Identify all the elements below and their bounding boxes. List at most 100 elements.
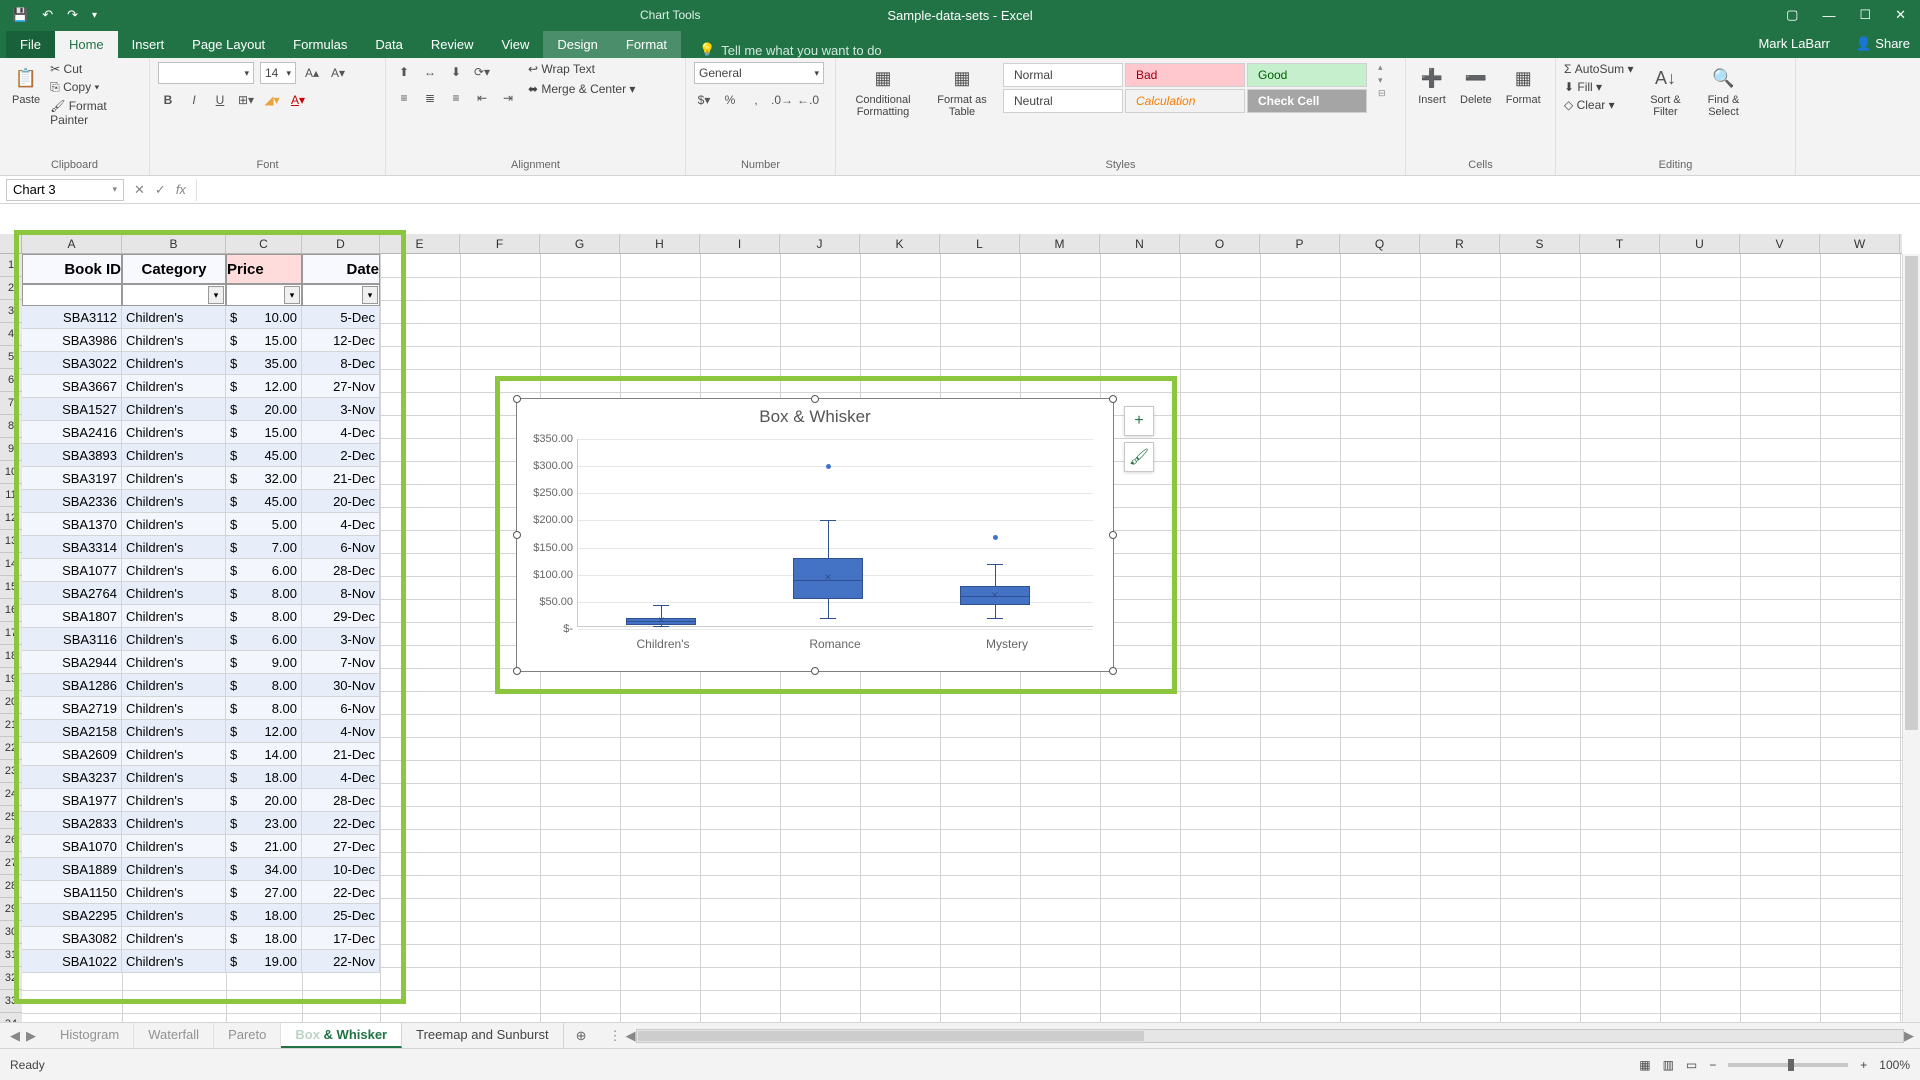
user-name[interactable]: Mark LaBarr — [1758, 36, 1830, 51]
cell-category[interactable]: Children's — [122, 513, 226, 536]
sheet-tab-box-whisker[interactable]: Box & Whisker — [281, 1023, 402, 1048]
styles-more-icon[interactable]: ⊟ — [1378, 88, 1386, 99]
styles-up-icon[interactable]: ▴ — [1378, 62, 1386, 73]
font-name-combo[interactable]: ▾ — [158, 62, 254, 84]
cell-category[interactable]: Children's — [122, 375, 226, 398]
cell-price[interactable]: $20.00 — [226, 398, 302, 421]
style-good[interactable]: Good — [1247, 63, 1367, 87]
borders-button[interactable]: ⊞▾ — [236, 90, 256, 110]
format-as-table-button[interactable]: ▦Format as Table — [928, 62, 996, 120]
cell-date[interactable]: 10-Dec — [302, 858, 380, 881]
cell-category[interactable]: Children's — [122, 605, 226, 628]
col-header-D[interactable]: D — [302, 234, 380, 253]
filter-category[interactable]: ▾ — [122, 284, 226, 306]
row-header-33[interactable]: 33 — [0, 990, 22, 1013]
cell-price[interactable]: $9.00 — [226, 651, 302, 674]
row-header-10[interactable]: 10 — [0, 461, 22, 484]
align-center-icon[interactable]: ≣ — [420, 88, 440, 108]
formula-input[interactable] — [196, 179, 1920, 201]
cell-category[interactable]: Children's — [122, 628, 226, 651]
font-size-combo[interactable]: 14▾ — [260, 62, 296, 84]
zoom-out-icon[interactable]: − — [1709, 1058, 1716, 1072]
table-row[interactable]: SBA2764Children's$8.008-Nov — [22, 582, 380, 605]
cell-price[interactable]: $12.00 — [226, 375, 302, 398]
cell-date[interactable]: 28-Dec — [302, 559, 380, 582]
cell-date[interactable]: 4-Dec — [302, 513, 380, 536]
ribbon-display-icon[interactable]: ▢ — [1786, 7, 1798, 23]
header-price[interactable]: Price — [226, 254, 302, 284]
row-header-29[interactable]: 29 — [0, 898, 22, 921]
cell-price[interactable]: $34.00 — [226, 858, 302, 881]
cell-book-id[interactable]: SBA1527 — [22, 398, 122, 421]
cell-price[interactable]: $5.00 — [226, 513, 302, 536]
cell-price[interactable]: $6.00 — [226, 628, 302, 651]
underline-button[interactable]: U — [210, 90, 230, 110]
undo-icon[interactable]: ↶ — [42, 7, 53, 23]
cell-book-id[interactable]: SBA3314 — [22, 536, 122, 559]
cell-category[interactable]: Children's — [122, 329, 226, 352]
cell-book-id[interactable]: SBA2609 — [22, 743, 122, 766]
table-row[interactable]: SBA2944Children's$9.007-Nov — [22, 651, 380, 674]
cell-date[interactable]: 30-Nov — [302, 674, 380, 697]
cell-price[interactable]: $45.00 — [226, 490, 302, 513]
decrease-decimal-icon[interactable]: ←.0 — [798, 90, 818, 110]
zoom-level[interactable]: 100% — [1879, 1058, 1910, 1072]
tab-insert[interactable]: Insert — [118, 31, 179, 58]
cell-price[interactable]: $10.00 — [226, 306, 302, 329]
row-header-15[interactable]: 15 — [0, 576, 22, 599]
align-top-icon[interactable]: ⬆ — [394, 62, 414, 82]
orientation-icon[interactable]: ⟳▾ — [472, 62, 492, 82]
col-header-G[interactable]: G — [540, 234, 620, 253]
row-header-20[interactable]: 20 — [0, 691, 22, 714]
cell-date[interactable]: 22-Nov — [302, 950, 380, 973]
cell-date[interactable]: 27-Nov — [302, 375, 380, 398]
cancel-formula-icon[interactable]: ✕ — [134, 182, 145, 198]
clear-button[interactable]: ◇ Clear ▾ — [1564, 98, 1633, 112]
row-header-12[interactable]: 12 — [0, 507, 22, 530]
tab-file[interactable]: File — [6, 31, 55, 58]
table-row[interactable]: SBA3022Children's$35.008-Dec — [22, 352, 380, 375]
cell-price[interactable]: $14.00 — [226, 743, 302, 766]
tab-home[interactable]: Home — [55, 31, 118, 58]
cell-book-id[interactable]: SBA2719 — [22, 697, 122, 720]
table-row[interactable]: SBA1370Children's$5.004-Dec — [22, 513, 380, 536]
tab-view[interactable]: View — [487, 31, 543, 58]
row-header-16[interactable]: 16 — [0, 599, 22, 622]
cell-category[interactable]: Children's — [122, 812, 226, 835]
cell-price[interactable]: $15.00 — [226, 329, 302, 352]
cell-category[interactable]: Children's — [122, 720, 226, 743]
style-check-cell[interactable]: Check Cell — [1247, 89, 1367, 113]
cell-category[interactable]: Children's — [122, 697, 226, 720]
cell-category[interactable]: Children's — [122, 559, 226, 582]
chevron-down-icon[interactable]: ▾ — [362, 286, 378, 304]
handle-se[interactable] — [1109, 667, 1117, 675]
table-row[interactable]: SBA1889Children's$34.0010-Dec — [22, 858, 380, 881]
col-header-Q[interactable]: Q — [1340, 234, 1420, 253]
increase-decimal-icon[interactable]: .0→ — [772, 90, 792, 110]
cell-category[interactable]: Children's — [122, 674, 226, 697]
cell-price[interactable]: $6.00 — [226, 559, 302, 582]
page-layout-view-icon[interactable]: ▥ — [1663, 1058, 1674, 1072]
row-header-18[interactable]: 18 — [0, 645, 22, 668]
enter-formula-icon[interactable]: ✓ — [155, 182, 166, 198]
align-left-icon[interactable]: ≡ — [394, 88, 414, 108]
row-header-13[interactable]: 13 — [0, 530, 22, 553]
cell-category[interactable]: Children's — [122, 421, 226, 444]
cell-book-id[interactable]: SBA3197 — [22, 467, 122, 490]
col-header-C[interactable]: C — [226, 234, 302, 253]
row-header-8[interactable]: 8 — [0, 415, 22, 438]
style-bad[interactable]: Bad — [1125, 63, 1245, 87]
comma-format-icon[interactable]: , — [746, 90, 766, 110]
table-row[interactable]: SBA3237Children's$18.004-Dec — [22, 766, 380, 789]
table-row[interactable]: SBA3116Children's$6.003-Nov — [22, 628, 380, 651]
merge-center-button[interactable]: ⬌ Merge & Center ▾ — [528, 82, 635, 96]
table-row[interactable]: SBA1527Children's$20.003-Nov — [22, 398, 380, 421]
row-header-25[interactable]: 25 — [0, 806, 22, 829]
cell-category[interactable]: Children's — [122, 927, 226, 950]
cell-date[interactable]: 8-Dec — [302, 352, 380, 375]
sheet-tab-treemap-sunburst[interactable]: Treemap and Sunburst — [402, 1023, 563, 1048]
cell-category[interactable]: Children's — [122, 582, 226, 605]
close-icon[interactable]: ✕ — [1895, 7, 1906, 23]
row-header-19[interactable]: 19 — [0, 668, 22, 691]
add-sheet-button[interactable]: ⊕ — [564, 1028, 599, 1044]
